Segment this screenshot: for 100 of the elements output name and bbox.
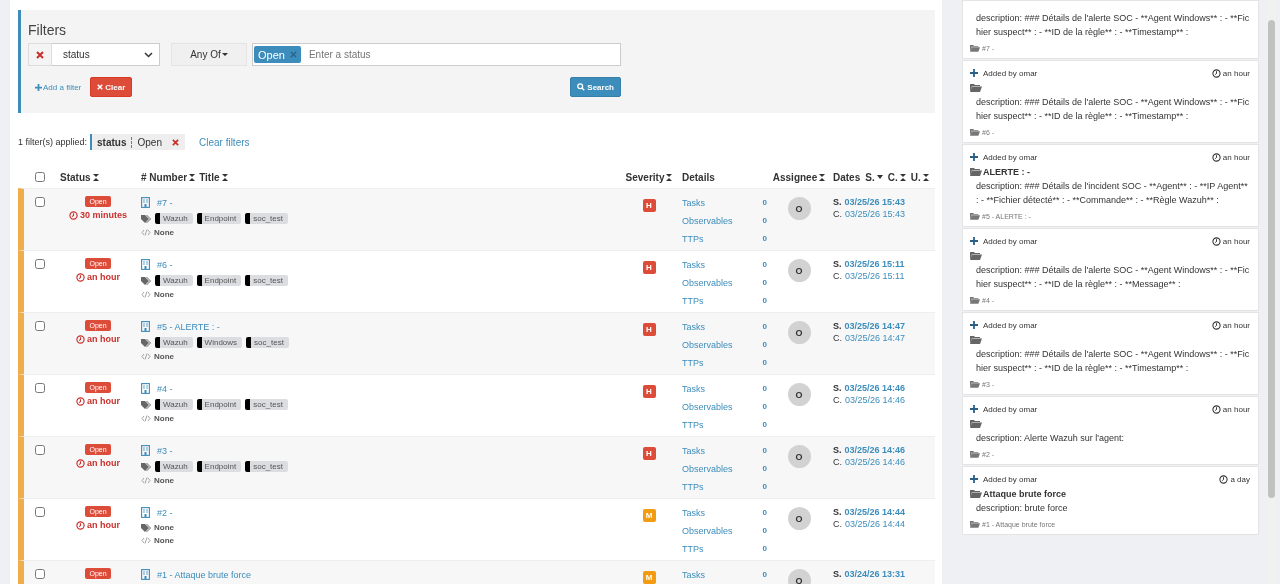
details-link[interactable]: Tasks — [682, 383, 705, 394]
details-link[interactable]: Observables — [682, 525, 733, 536]
clock-icon — [76, 334, 85, 344]
column-header[interactable]: Status — [60, 171, 99, 183]
case-title-link[interactable]: #1 - Attaque brute force — [157, 569, 252, 580]
column-header[interactable]: Assignee — [772, 171, 826, 183]
clock-icon — [1219, 474, 1229, 484]
column-header[interactable]: # Number — [141, 171, 196, 183]
clock-icon — [69, 210, 78, 220]
author-text: Added by omar — [983, 404, 1038, 414]
case-title-link[interactable]: #2 - — [157, 507, 173, 518]
severity-label: H — [642, 261, 656, 274]
date-link[interactable]: 03/25/26 14:46 — [845, 395, 906, 405]
details-link[interactable]: Tasks — [682, 197, 705, 208]
remove-filter-button[interactable] — [28, 43, 52, 66]
date-link[interactable]: 03/25/26 14:47 — [845, 333, 906, 343]
status-input[interactable]: Enter a status — [306, 48, 620, 61]
details-link[interactable]: Observables — [682, 277, 733, 288]
date-label: S. — [833, 445, 842, 455]
date-label: S. — [833, 383, 842, 393]
status-field[interactable]: Open Enter a status — [252, 43, 621, 66]
author-text: Added by omar — [983, 474, 1038, 484]
clear-button[interactable]: Clear — [90, 77, 133, 97]
details-link[interactable]: Observables — [682, 401, 733, 412]
details-link[interactable]: Tasks — [682, 321, 705, 332]
details-link[interactable]: Observables — [682, 463, 733, 474]
details-count: 0 — [762, 402, 767, 411]
case-title-link[interactable]: #5 - ALERTE : - — [157, 321, 220, 332]
techniques-text: None — [154, 228, 174, 237]
column-header[interactable]: Severity — [625, 171, 673, 183]
details-count: 0 — [762, 296, 767, 305]
date-sort-header[interactable]: C. — [887, 171, 906, 183]
document-icon — [141, 197, 150, 208]
details-link[interactable]: TTPs — [682, 233, 704, 244]
row-checkbox[interactable] — [35, 321, 45, 331]
details-link[interactable]: TTPs — [682, 295, 704, 306]
folder-icon — [970, 489, 982, 498]
case-title-link[interactable]: #3 - — [157, 445, 173, 456]
add-filter-link[interactable]: Add a filter — [35, 82, 82, 92]
sort-icon — [92, 173, 99, 181]
date-link[interactable]: 03/24/26 13:31 — [844, 569, 906, 579]
folder-icon — [970, 520, 980, 528]
description-text: description: Alerte Wazuh sur l'agent: — [975, 432, 1125, 445]
folder-icon — [970, 128, 980, 136]
details-link[interactable]: Observables — [682, 339, 733, 350]
operator-dropdown[interactable]: Any Of — [171, 43, 247, 66]
column-header[interactable]: Title — [199, 171, 228, 183]
details-link[interactable]: Tasks — [682, 569, 705, 580]
date-link[interactable]: 03/25/26 14:44 — [845, 519, 906, 529]
techniques-text: None — [154, 290, 174, 299]
date-link[interactable]: 03/25/26 15:43 — [844, 197, 906, 207]
case-title-link[interactable]: #4 - — [157, 383, 173, 394]
date-link[interactable]: 03/25/26 15:43 — [845, 209, 906, 219]
case-title-link[interactable]: #7 - — [157, 197, 173, 208]
details-count: 0 — [762, 384, 767, 393]
tag: soc_test — [245, 213, 288, 224]
details-link[interactable]: Tasks — [682, 259, 705, 270]
details-link[interactable]: Observables — [682, 215, 733, 226]
date-link[interactable]: 03/25/26 14:46 — [845, 457, 906, 467]
search-button[interactable]: Search — [570, 77, 621, 97]
row-checkbox[interactable] — [35, 507, 45, 517]
details-link[interactable]: TTPs — [682, 357, 704, 368]
details-link[interactable]: Tasks — [682, 507, 705, 518]
date-link[interactable]: 03/25/26 14:47 — [844, 321, 906, 331]
date-link[interactable]: 03/25/26 14:46 — [844, 445, 906, 455]
details-count: 0 — [762, 358, 767, 367]
severity-label: H — [642, 447, 656, 460]
date-sort-header[interactable]: S. — [865, 171, 883, 183]
clock-icon — [1211, 68, 1221, 78]
tags-icon — [141, 214, 151, 223]
row-checkbox[interactable] — [35, 569, 45, 579]
row-checkbox[interactable] — [35, 445, 45, 455]
details-count: 0 — [762, 508, 767, 517]
tags-icon — [141, 276, 151, 285]
document-icon — [141, 507, 150, 518]
field-select[interactable]: status — [52, 43, 160, 66]
scrollbar-thumb[interactable] — [1268, 20, 1275, 498]
date-sort-header[interactable]: U. — [910, 171, 929, 183]
time-text: a day — [1219, 474, 1250, 484]
row-checkbox[interactable] — [35, 259, 45, 269]
tag: Wazuh — [155, 213, 193, 224]
date-link[interactable]: 03/25/26 14:46 — [844, 383, 906, 393]
tag: soc_test — [245, 461, 288, 472]
date-link[interactable]: 03/25/26 15:11 — [845, 271, 905, 281]
case-title-link[interactable]: #6 - — [157, 259, 173, 270]
time-text: an hour — [1211, 68, 1250, 78]
details-link[interactable]: TTPs — [682, 481, 704, 492]
sort-icon — [819, 173, 826, 181]
select-all-checkbox[interactable] — [35, 172, 45, 182]
description-text: description: ### Détails de l'alerte SOC - **Agent Windows** : - **Fichier suspect** : - **ID de la règle** : - **Timestamp** : — [975, 96, 1250, 123]
details-link[interactable]: TTPs — [682, 543, 704, 554]
close-icon[interactable] — [171, 138, 179, 146]
details-link[interactable]: Tasks — [682, 445, 705, 456]
row-checkbox[interactable] — [35, 383, 45, 393]
details-count: 0 — [762, 340, 767, 349]
date-link[interactable]: 03/25/26 15:11 — [844, 259, 905, 269]
row-checkbox[interactable] — [35, 197, 45, 207]
clear-filters-link[interactable]: Clear filters — [198, 136, 250, 148]
details-link[interactable]: TTPs — [682, 419, 704, 430]
date-link[interactable]: 03/25/26 14:44 — [844, 507, 906, 517]
